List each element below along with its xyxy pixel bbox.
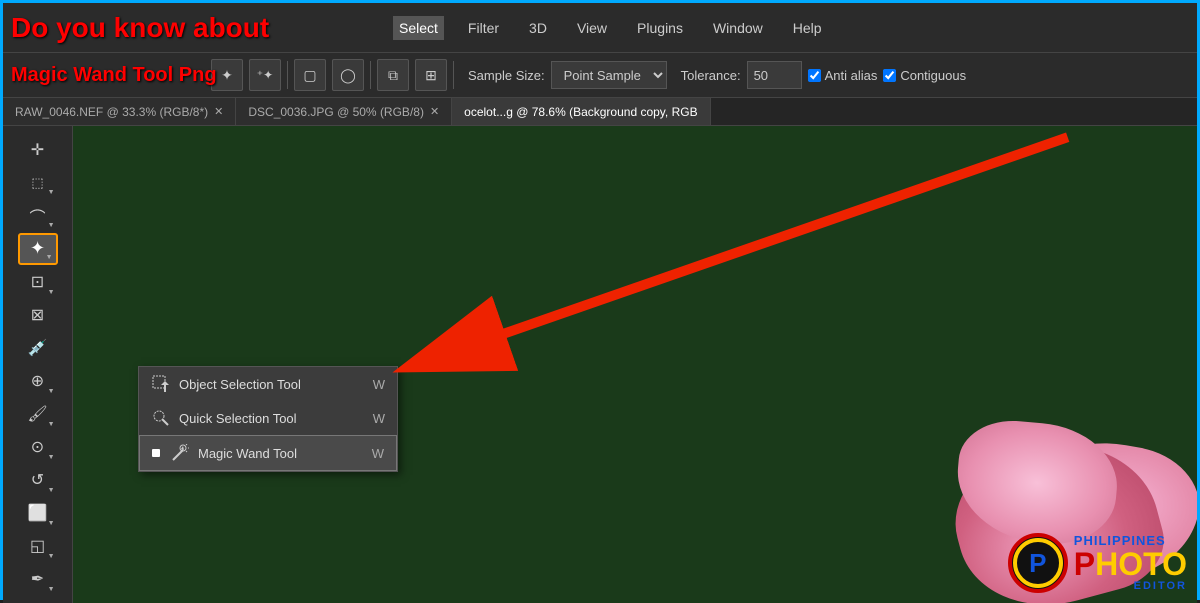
main-area: ✛ ⬚▼ ⌒▼ ✦▼ ⊡▼ ⊠ 💉 ⊕▼ 🖌▼ ⊙▼ ↺▼ ⬜▼ ◱▼ ✒▼	[3, 126, 1197, 603]
magic-wand-label: Magic Wand Tool	[198, 446, 364, 461]
healing-tool[interactable]: ⊕▼	[18, 366, 58, 397]
contiguous-group: Contiguous	[883, 68, 966, 83]
clone-stamp-tool[interactable]: ⊙▼	[18, 432, 58, 463]
magic-wand-tool[interactable]: ✦▼	[18, 233, 58, 265]
crop-tool[interactable]: ⊡▼	[18, 267, 58, 298]
sample-size-select[interactable]: Point Sample	[551, 61, 667, 89]
menu-filter[interactable]: Filter	[462, 16, 505, 40]
quick-selection-label: Quick Selection Tool	[179, 411, 365, 426]
context-quick-selection[interactable]: Quick Selection Tool W	[139, 401, 397, 435]
pen-tool[interactable]: ✒▼	[18, 564, 58, 595]
tab-0[interactable]: RAW_0046.NEF @ 33.3% (RGB/8*) ✕	[3, 98, 236, 126]
tab-2-label: ocelot...g @ 78.6% (Background copy, RGB	[464, 105, 697, 119]
tab-0-close[interactable]: ✕	[214, 105, 223, 118]
canvas-area: Object Selection Tool W Quick Selection …	[73, 126, 1197, 603]
history-brush-tool[interactable]: ↺▼	[18, 465, 58, 496]
toolbar-square-btn[interactable]: ▢	[294, 59, 326, 91]
select-rect-tool[interactable]: ⬚▼	[18, 167, 58, 198]
frame-tool[interactable]: ⊠	[18, 300, 58, 331]
selected-dot	[152, 449, 160, 457]
object-selection-key: W	[373, 377, 385, 392]
anti-alias-label: Anti alias	[825, 68, 878, 83]
logo-text: PHILIPPINES PHOTO EDITOR	[1074, 534, 1187, 592]
quick-selection-key: W	[373, 411, 385, 426]
anti-alias-checkbox[interactable]	[808, 69, 821, 82]
move-tool[interactable]: ✛	[18, 134, 58, 165]
toolbar-layer-btn[interactable]: ⧉	[377, 59, 409, 91]
tolerance-input[interactable]	[747, 61, 802, 89]
logo-hoto: HOTO	[1095, 546, 1187, 582]
menu-help[interactable]: Help	[787, 16, 828, 40]
logo-photo: PHOTO	[1074, 548, 1187, 580]
tabs-row: RAW_0046.NEF @ 33.3% (RGB/8*) ✕ DSC_0036…	[3, 98, 1197, 126]
brush-tool[interactable]: 🖌▼	[18, 399, 58, 430]
quick-selection-icon	[151, 408, 171, 428]
toolbar-wand-btn[interactable]: ⁺✦	[249, 59, 281, 91]
menu-view[interactable]: View	[571, 16, 613, 40]
magic-wand-icon	[170, 443, 190, 463]
anti-alias-group: Anti alias	[808, 68, 878, 83]
menu-plugins[interactable]: Plugins	[631, 16, 689, 40]
context-menu: Object Selection Tool W Quick Selection …	[138, 366, 398, 472]
tab-2[interactable]: ocelot...g @ 78.6% (Background copy, RGB	[452, 98, 710, 126]
eraser-tool[interactable]: ⬜▼	[18, 498, 58, 529]
sample-size-label: Sample Size:	[468, 68, 545, 83]
tab-1-label: DSC_0036.JPG @ 50% (RGB/8)	[248, 105, 424, 119]
toolbar-copy-btn[interactable]: ⊞	[415, 59, 447, 91]
tab-0-label: RAW_0046.NEF @ 33.3% (RGB/8*)	[15, 105, 208, 119]
context-object-selection[interactable]: Object Selection Tool W	[139, 367, 397, 401]
toolbar-circle-btn[interactable]: ◯	[332, 59, 364, 91]
lasso-tool[interactable]: ⌒▼	[18, 200, 58, 231]
tolerance-label: Tolerance:	[681, 68, 741, 83]
magic-wand-key: W	[372, 446, 384, 461]
logo-circle-icon	[1008, 533, 1068, 593]
toolbar-row: Magic Wand Tool Png ✦ ⁺✦ ▢ ◯ ⧉ ⊞ Sample …	[3, 53, 1197, 98]
contiguous-checkbox[interactable]	[883, 69, 896, 82]
menu-3d[interactable]: 3D	[523, 16, 553, 40]
object-selection-icon	[151, 374, 171, 394]
logo-editor: EDITOR	[1074, 580, 1187, 592]
contiguous-label: Contiguous	[900, 68, 966, 83]
menu-items: Select Filter 3D View Plugins Window Hel…	[393, 16, 828, 40]
gradient-tool[interactable]: ◱▼	[18, 531, 58, 562]
left-toolbar: ✛ ⬚▼ ⌒▼ ✦▼ ⊡▼ ⊠ 💉 ⊕▼ 🖌▼ ⊙▼ ↺▼ ⬜▼ ◱▼ ✒▼	[3, 126, 73, 603]
menu-bar: Do you know about Select Filter 3D View …	[3, 3, 1197, 53]
object-selection-label: Object Selection Tool	[179, 377, 365, 392]
menu-select[interactable]: Select	[393, 16, 444, 40]
logo-area: PHILIPPINES PHOTO EDITOR	[1008, 533, 1187, 593]
overlay-headline: Do you know about	[3, 3, 269, 53]
context-magic-wand[interactable]: Magic Wand Tool W	[139, 435, 397, 471]
tab-1[interactable]: DSC_0036.JPG @ 50% (RGB/8) ✕	[236, 98, 452, 126]
eyedropper-tool[interactable]: 💉	[18, 333, 58, 364]
menu-window[interactable]: Window	[707, 16, 769, 40]
overlay-subtitle: Magic Wand Tool Png	[3, 53, 217, 98]
tab-1-close[interactable]: ✕	[430, 105, 439, 118]
